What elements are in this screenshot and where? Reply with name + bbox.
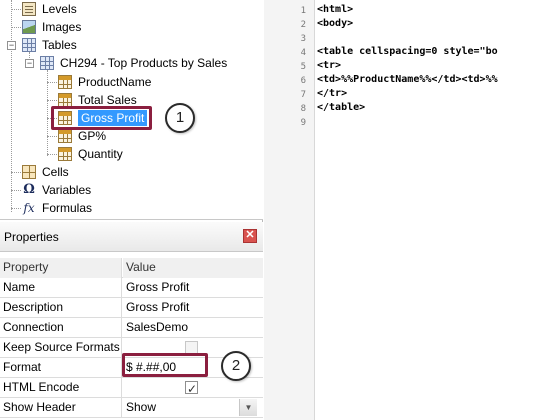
property-name: Format [0, 358, 122, 378]
column-icon [58, 75, 72, 89]
tree-item-label: GP% [78, 129, 107, 143]
grid-icon [40, 56, 54, 70]
line-number: 6 [300, 76, 306, 86]
code-line: <td>%%ProductName%%</td><td>%% [317, 74, 498, 85]
tree-line [47, 154, 57, 155]
property-name: HTML Encode [0, 378, 122, 398]
column-icon [58, 147, 72, 161]
tree-line [11, 27, 21, 28]
tree-item-productname[interactable]: ProductName [58, 73, 151, 91]
property-name: Description [0, 298, 122, 318]
property-row-description[interactable]: Description Gross Profit [0, 298, 263, 318]
tree-item-label: Formulas [42, 201, 93, 215]
collapse-toggle-tables[interactable]: − [7, 41, 16, 50]
line-number: 4 [300, 48, 306, 58]
code-line: <tr> [317, 60, 342, 71]
tree-item-label: ProductName [78, 75, 152, 89]
property-name: Connection [0, 318, 122, 338]
code-line: <body> [317, 18, 354, 29]
line-number: 3 [300, 34, 306, 44]
chevron-down-icon[interactable]: ▼ [239, 399, 257, 416]
tree-item-label: Cells [42, 165, 69, 179]
column-icon [58, 93, 72, 107]
property-row-show-header[interactable]: Show Header Show ▼ [0, 398, 263, 418]
tree-item-label: CH294 - Top Products by Sales [60, 56, 228, 70]
html-encode-checkbox[interactable]: ✓ [185, 381, 198, 396]
images-icon [22, 20, 36, 34]
tree-item-label: Images [42, 20, 82, 34]
properties-title: Properties [4, 230, 59, 244]
code-line: </tr> [317, 88, 348, 99]
collapse-toggle-ch294[interactable]: − [25, 59, 34, 68]
tree-item-formulas[interactable]: fx Formulas [22, 199, 92, 217]
property-column-header: Property [0, 258, 122, 278]
tree-item-quantity[interactable]: Quantity [58, 145, 123, 163]
html-code-editor[interactable]: 1 2 3 4 5 6 7 8 9 <html> <body> <table c… [264, 0, 560, 420]
table-icon [22, 38, 36, 52]
code-line: <table cellspacing=0 style="bo [317, 46, 498, 57]
tree-item-levels[interactable]: Levels [22, 0, 77, 18]
tree-item-label: Tables [42, 38, 77, 52]
tree-line [11, 172, 21, 173]
highlight-gross-profit [51, 106, 152, 130]
omega-icon: Ω [23, 182, 35, 197]
tree-line [47, 100, 57, 101]
tree-item-ch294[interactable]: CH294 - Top Products by Sales [40, 54, 227, 72]
callout-badge-1: 1 [165, 103, 195, 133]
tree-line [11, 9, 21, 10]
callout-badge-2: 2 [221, 351, 251, 381]
property-row-connection[interactable]: Connection SalesDemo [0, 318, 263, 338]
line-number: 8 [300, 104, 306, 114]
tree-item-label: Levels [42, 2, 77, 16]
properties-header: Properties ✕ [0, 222, 263, 252]
check-icon: ✓ [187, 382, 198, 396]
tree-item-images[interactable]: Images [22, 18, 81, 36]
tree-item-tables[interactable]: Tables [22, 36, 77, 54]
tree-item-label: Total Sales [78, 93, 137, 107]
show-header-value: Show [126, 400, 157, 414]
property-value-field[interactable]: SalesDemo [123, 318, 263, 338]
code-line: </table> [317, 102, 366, 113]
tree-line [47, 82, 57, 83]
property-name: Name [0, 278, 122, 298]
line-number: 7 [300, 90, 306, 100]
property-value-field[interactable]: Gross Profit [123, 298, 263, 318]
tree-item-cells[interactable]: Cells [22, 163, 69, 181]
line-number: 2 [300, 20, 306, 30]
close-icon[interactable]: ✕ [243, 229, 257, 243]
highlight-format-value [122, 353, 208, 377]
property-value-cell: ✓ [123, 378, 263, 398]
properties-panel: Properties ✕ Property Value Name Gross P… [0, 222, 263, 420]
property-row-html-encode[interactable]: HTML Encode ✓ [0, 378, 263, 398]
levels-icon [22, 2, 36, 16]
tree-item-label: Quantity [78, 147, 123, 161]
tree-line [11, 190, 21, 191]
property-name: Keep Source Formats [0, 338, 122, 358]
line-number: 9 [300, 118, 306, 128]
tree-line [11, 0, 12, 212]
tree-line [11, 208, 21, 209]
property-row-name[interactable]: Name Gross Profit [0, 278, 263, 298]
tree-item-variables[interactable]: Ω Variables [22, 181, 91, 199]
fx-icon: fx [23, 201, 35, 215]
property-value-field[interactable]: Gross Profit [123, 278, 263, 298]
code-line: <html> [317, 4, 354, 15]
value-column-header: Value [123, 258, 263, 278]
line-number: 5 [300, 62, 306, 72]
property-name: Show Header [0, 398, 122, 418]
tree-item-label: Variables [42, 183, 92, 197]
line-number-gutter: 1 2 3 4 5 6 7 8 9 [264, 0, 315, 420]
tree-line [47, 136, 57, 137]
line-number: 1 [300, 6, 306, 16]
cells-icon [22, 165, 36, 179]
show-header-select[interactable]: Show ▼ [123, 398, 263, 418]
properties-header-row: Property Value [0, 258, 263, 278]
column-icon [58, 129, 72, 143]
